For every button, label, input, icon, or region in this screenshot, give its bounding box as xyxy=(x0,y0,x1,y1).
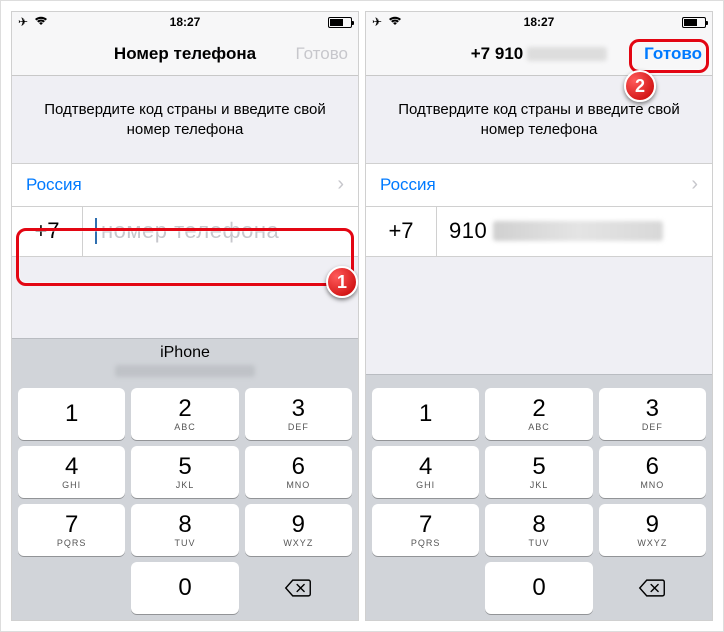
keypad-key-9[interactable]: 9WXYZ xyxy=(245,504,352,556)
keyboard-top-border xyxy=(366,374,712,382)
battery-icon xyxy=(682,17,706,28)
instruction-text: Подтвердите код страны и введите свой но… xyxy=(12,76,358,163)
text-cursor xyxy=(95,218,97,244)
keyboard-suggestion-bar[interactable]: iPhone xyxy=(12,338,358,382)
phone-placeholder: номер телефона xyxy=(101,218,279,244)
keypad-key-5[interactable]: 5JKL xyxy=(131,446,238,498)
wifi-icon xyxy=(388,15,402,29)
keypad-key-7[interactable]: 7PQRS xyxy=(18,504,125,556)
country-code: +7 xyxy=(12,218,82,244)
suggestion-blurred xyxy=(115,365,255,377)
wifi-icon xyxy=(34,15,48,29)
nav-title-prefix: +7 910 xyxy=(471,44,523,64)
phone-number-input[interactable]: номер телефона xyxy=(83,207,358,256)
keypad-key-0[interactable]: 0 xyxy=(131,562,238,614)
status-time: 18:27 xyxy=(170,15,201,29)
keypad-key-1[interactable]: 1 xyxy=(372,388,479,440)
numeric-keypad-left: 12ABC3DEF 4GHI5JKL6MNO 7PQRS8TUV9WXYZ0 xyxy=(12,382,358,620)
chevron-right-icon: › xyxy=(691,173,698,196)
keypad-key-6[interactable]: 6MNO xyxy=(245,446,352,498)
phone-input-row: +7 номер телефона xyxy=(12,207,358,257)
keypad-key-4[interactable]: 4GHI xyxy=(372,446,479,498)
nav-bar: +7 910 Готово xyxy=(366,32,712,76)
status-bar: ✈ 18:27 xyxy=(12,12,358,32)
suggestion-text: iPhone xyxy=(160,344,210,362)
phone-input-row: +7 910 xyxy=(366,207,712,257)
keypad-key-8[interactable]: 8TUV xyxy=(131,504,238,556)
keypad-key-3[interactable]: 3DEF xyxy=(245,388,352,440)
instruction-text: Подтвердите код страны и введите свой но… xyxy=(366,76,712,163)
chevron-right-icon: › xyxy=(337,173,344,196)
nav-title: +7 910 xyxy=(471,44,607,64)
numeric-keypad-right: 12ABC3DEF 4GHI5JKL6MNO 7PQRS8TUV9WXYZ0 xyxy=(366,382,712,620)
status-bar: ✈ 18:27 xyxy=(366,12,712,32)
keypad-key-4[interactable]: 4GHI xyxy=(18,446,125,498)
keypad-blank xyxy=(372,562,479,614)
nav-title-blurred xyxy=(527,47,607,61)
keypad-key-1[interactable]: 1 xyxy=(18,388,125,440)
country-name: Россия xyxy=(26,175,82,195)
backspace-key[interactable] xyxy=(245,562,352,614)
battery-icon xyxy=(328,17,352,28)
backspace-key[interactable] xyxy=(599,562,706,614)
country-code: +7 xyxy=(366,218,436,244)
keypad-key-3[interactable]: 3DEF xyxy=(599,388,706,440)
phone-blurred-digits xyxy=(493,221,663,241)
airplane-icon: ✈ xyxy=(18,15,28,29)
keypad-key-9[interactable]: 9WXYZ xyxy=(599,504,706,556)
keypad-key-8[interactable]: 8TUV xyxy=(485,504,592,556)
keypad-key-7[interactable]: 7PQRS xyxy=(372,504,479,556)
phone-entered: 910 xyxy=(449,218,487,244)
keypad-key-2[interactable]: 2ABC xyxy=(131,388,238,440)
screen-right: ✈ 18:27 +7 910 Готово Подтвердите код ст… xyxy=(365,11,713,621)
nav-bar: Номер телефона Готово xyxy=(12,32,358,76)
keypad-blank xyxy=(18,562,125,614)
phone-number-input[interactable]: 910 xyxy=(437,207,712,256)
keypad-key-6[interactable]: 6MNO xyxy=(599,446,706,498)
done-button[interactable]: Готово xyxy=(296,44,349,64)
country-selector[interactable]: Россия › xyxy=(366,163,712,207)
country-selector[interactable]: Россия › xyxy=(12,163,358,207)
done-button[interactable]: Готово xyxy=(644,44,702,64)
keypad-key-0[interactable]: 0 xyxy=(485,562,592,614)
keypad-key-5[interactable]: 5JKL xyxy=(485,446,592,498)
nav-title: Номер телефона xyxy=(114,44,256,64)
status-time: 18:27 xyxy=(524,15,555,29)
screen-left: ✈ 18:27 Номер телефона Готово Подтвердит… xyxy=(11,11,359,621)
country-name: Россия xyxy=(380,175,436,195)
airplane-icon: ✈ xyxy=(372,15,382,29)
keypad-key-2[interactable]: 2ABC xyxy=(485,388,592,440)
